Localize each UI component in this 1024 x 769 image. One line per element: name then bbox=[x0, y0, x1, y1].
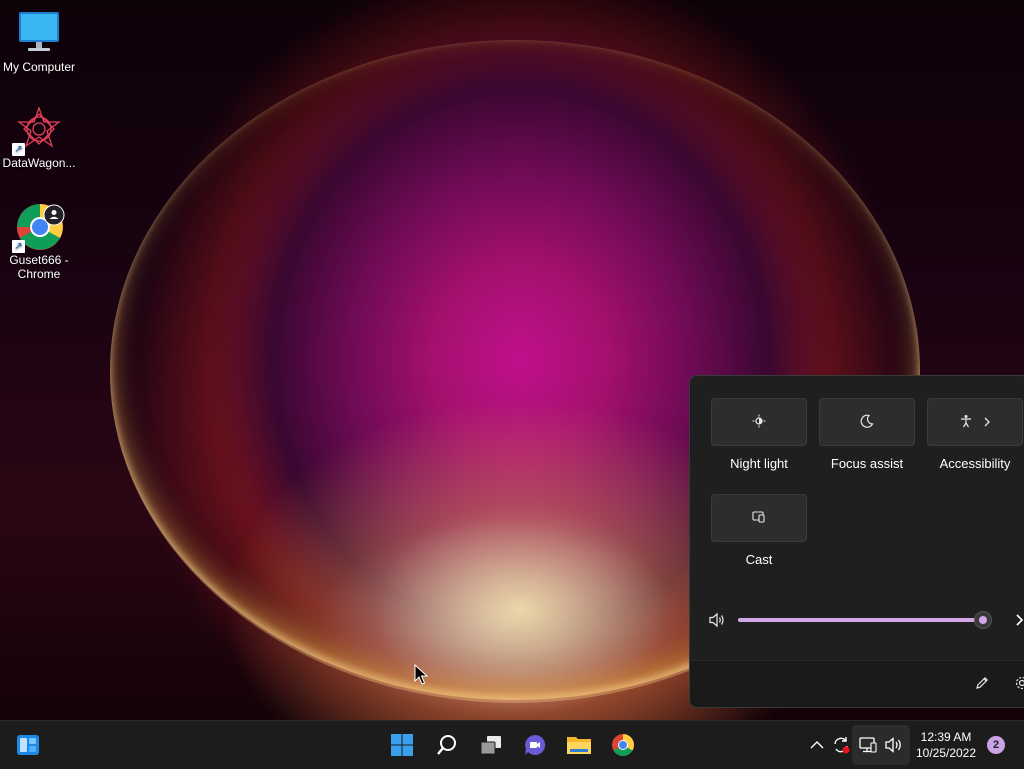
tile-label: Focus assist bbox=[817, 456, 917, 471]
tile-focus-assist[interactable]: Focus assist bbox=[817, 398, 917, 471]
monitor-icon bbox=[16, 10, 62, 56]
volume-icon bbox=[884, 735, 904, 760]
tile-cast[interactable]: Cast bbox=[709, 494, 809, 567]
widgets-icon[interactable] bbox=[12, 729, 44, 761]
gear-icon[interactable] bbox=[1014, 675, 1024, 696]
night-light-button[interactable] bbox=[711, 398, 807, 446]
task-view-icon[interactable] bbox=[475, 729, 507, 761]
quick-settings-toggle[interactable] bbox=[852, 725, 910, 765]
quick-settings-footer bbox=[690, 660, 1024, 708]
datawagon-icon: ↗ bbox=[16, 106, 62, 152]
speaker-icon[interactable] bbox=[708, 611, 726, 634]
volume-slider-track[interactable] bbox=[738, 618, 988, 622]
focus-assist-button[interactable] bbox=[819, 398, 915, 446]
notification-badge[interactable]: 2 bbox=[987, 736, 1005, 754]
tile-label: Cast bbox=[709, 552, 809, 567]
desktop-icon-label: Guset666 - Chrome bbox=[0, 253, 79, 281]
accessibility-button[interactable] bbox=[927, 398, 1023, 446]
quick-settings-panel: Night light Focus assist Accessibility C… bbox=[689, 375, 1024, 708]
night-light-icon bbox=[752, 414, 766, 431]
chevron-up-icon[interactable] bbox=[805, 733, 829, 757]
desktop-icon-my-computer[interactable]: My Computer bbox=[0, 10, 79, 74]
shortcut-arrow-icon: ↗ bbox=[12, 240, 25, 253]
tile-accessibility[interactable]: Accessibility bbox=[925, 398, 1024, 471]
desktop-icon-chrome-profile[interactable]: ↗ Guset666 - Chrome bbox=[0, 203, 79, 281]
search-icon[interactable] bbox=[431, 729, 463, 761]
start-icon[interactable] bbox=[386, 729, 418, 761]
cast-button[interactable] bbox=[711, 494, 807, 542]
taskbar-clock[interactable]: 12:39 AM 10/25/2022 bbox=[910, 729, 982, 761]
taskbar: 12:39 AM 10/25/2022 2 bbox=[0, 720, 1024, 769]
volume-row bbox=[708, 608, 1024, 632]
clock-date: 10/25/2022 bbox=[910, 745, 982, 761]
chrome-icon[interactable] bbox=[607, 729, 639, 761]
desktop-icon-label: DataWagon... bbox=[0, 156, 79, 170]
accessibility-icon bbox=[959, 414, 973, 431]
chrome-icon: ↗ bbox=[16, 203, 62, 249]
chevron-right-icon bbox=[983, 414, 991, 430]
chat-icon[interactable] bbox=[519, 729, 551, 761]
volume-output-chevron-icon[interactable] bbox=[1014, 613, 1024, 632]
volume-slider-thumb[interactable] bbox=[974, 611, 992, 629]
desktop-icon-datawagon[interactable]: ↗ DataWagon... bbox=[0, 106, 79, 170]
pencil-icon[interactable] bbox=[974, 675, 990, 696]
clock-time: 12:39 AM bbox=[910, 729, 982, 745]
tile-label: Night light bbox=[709, 456, 809, 471]
network-icon bbox=[858, 735, 878, 760]
desktop-icon-label: My Computer bbox=[0, 60, 79, 74]
moon-icon bbox=[860, 414, 874, 431]
cast-icon bbox=[752, 510, 766, 527]
shortcut-arrow-icon: ↗ bbox=[12, 143, 25, 156]
mouse-cursor-icon bbox=[414, 664, 428, 691]
file-explorer-icon[interactable] bbox=[563, 729, 595, 761]
tile-night-light[interactable]: Night light bbox=[709, 398, 809, 471]
sync-icon[interactable] bbox=[829, 733, 853, 757]
tile-label: Accessibility bbox=[925, 456, 1024, 471]
